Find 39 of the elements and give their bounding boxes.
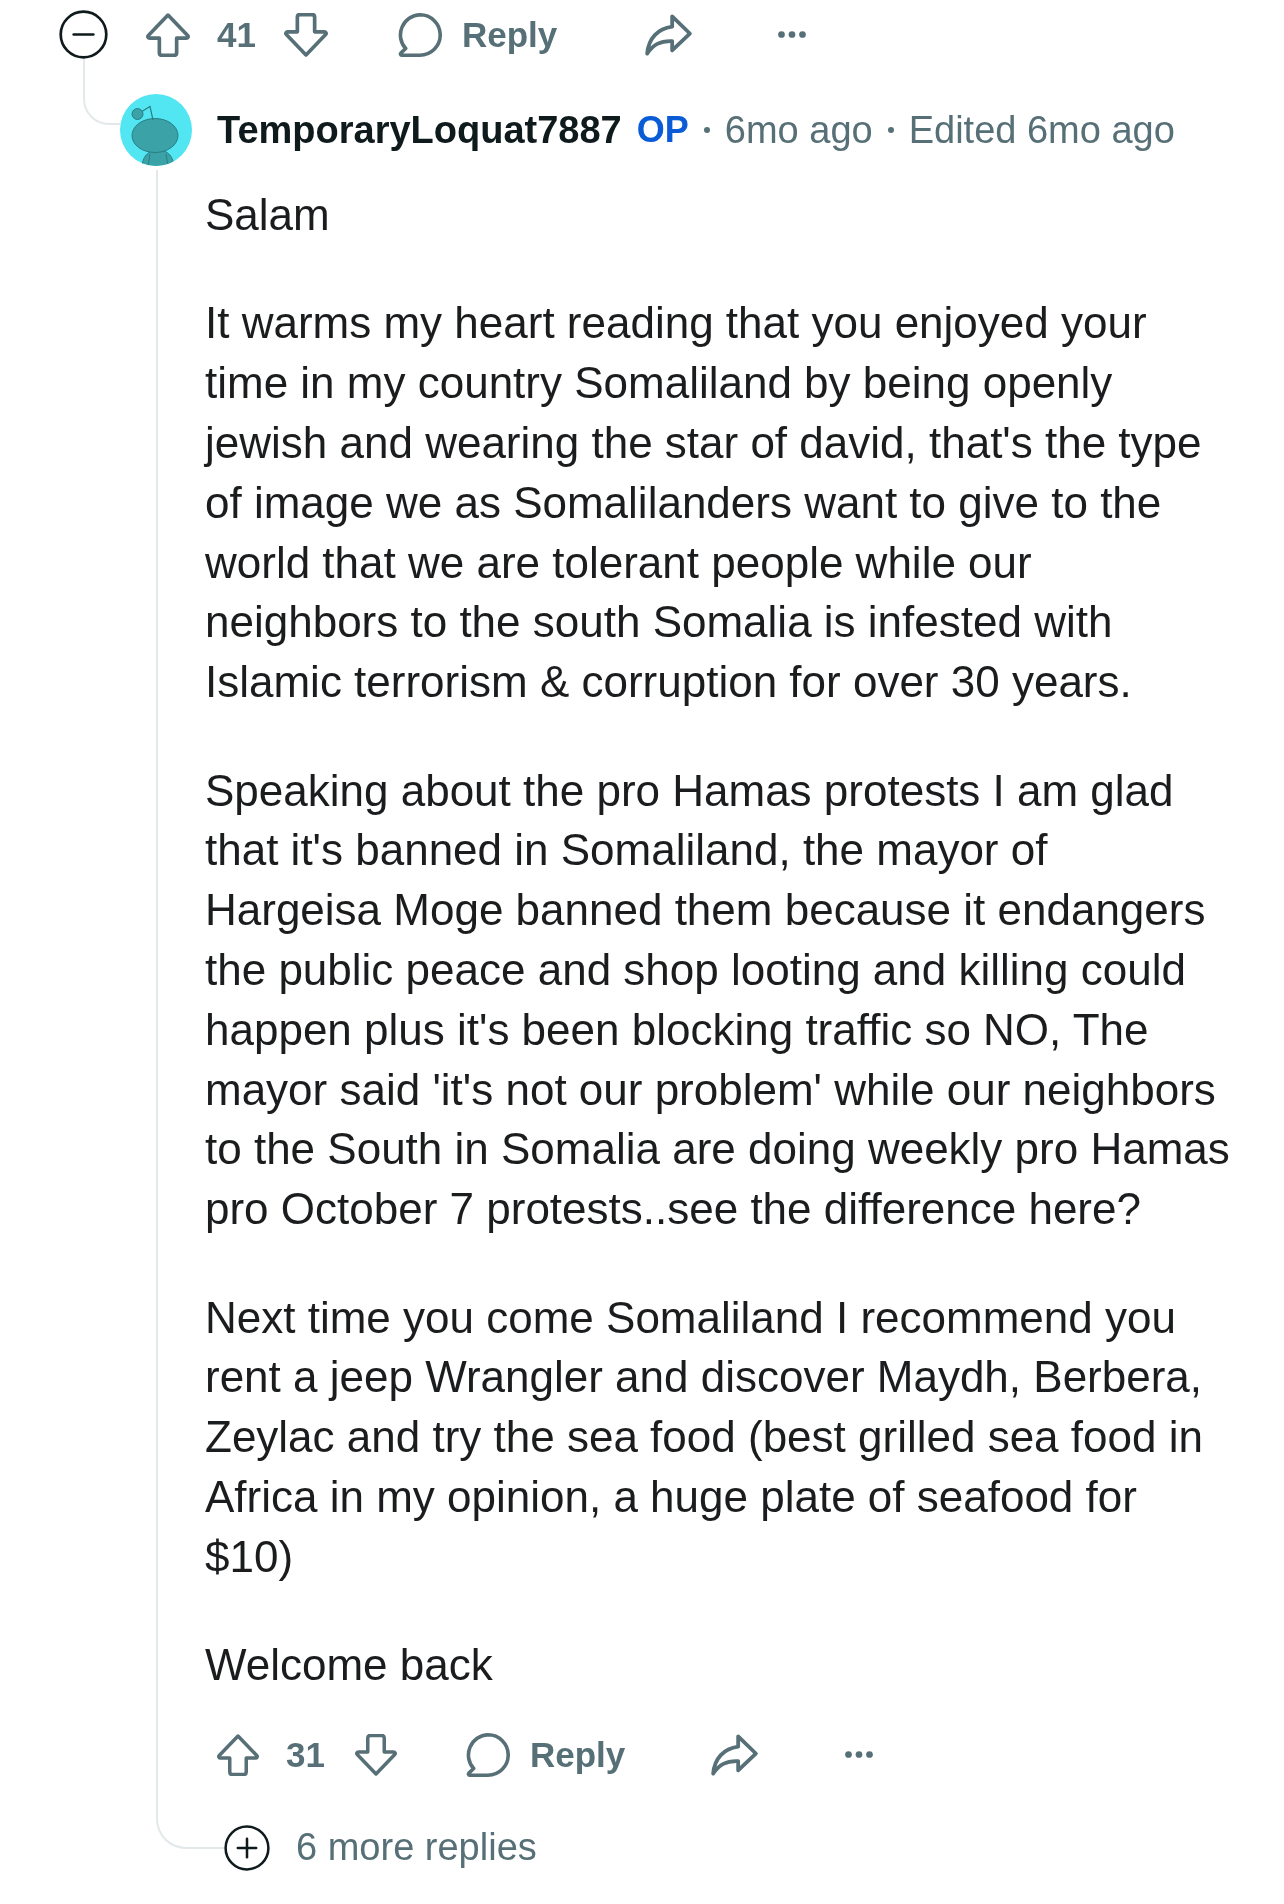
more-dots-icon [845,1751,874,1759]
comment-paragraph: Welcome back [205,1639,494,1692]
comment-paragraph: Next time you come Somaliland I recommend you rent a jeep Wrangler and discover Maydh, Berbera, Zeylac and try the sea food (best grilled sea food in Africa in my opinion, a huge plate of seafood for $10) [205,1291,1204,1583]
minus-circle-icon [59,10,108,59]
timestamp: 6mo ago [724,108,873,152]
upvote-icon [217,1733,259,1776]
upvote-button[interactable] [217,1733,259,1776]
plus-circle-icon [224,1824,270,1871]
more-options-button[interactable] [845,1751,874,1759]
separator-dot-icon [703,127,710,133]
reply-button[interactable]: Reply [465,1732,626,1777]
upvote-button[interactable] [146,12,190,57]
author-name[interactable]: TemporaryLoquat7887 [217,108,622,152]
share-button[interactable] [711,1733,759,1776]
upvote-icon [146,12,190,57]
more-options-button[interactable] [778,31,807,38]
downvote-button[interactable] [354,1733,397,1776]
downvote-button[interactable] [283,12,328,57]
comment-paragraph: It warms my heart reading that you enjoyed your time in my country Somaliland by being openly jewish and wearing the star of david, that's the type of image we as Somalilanders want to give to the world that we are tolerant people while our neighbors to the south Somalia is infested with Islamic terrorism & corruption for over 30 years. [205,297,1203,709]
avatar-icon [120,94,192,166]
timestamp: Edited 6mo ago [908,108,1175,152]
collapse-button[interactable] [59,10,108,59]
share-arrow-icon [645,13,693,56]
share-button[interactable] [645,13,693,56]
downvote-icon [354,1733,397,1776]
comment-bubble-icon [397,12,442,57]
comment-paragraph: Salam [205,189,331,241]
op-label: OP [636,109,689,151]
comment-bubble-icon [465,1732,510,1777]
vote-count: 41 [217,14,256,55]
reply-button[interactable]: Reply [397,12,558,57]
more-replies-button[interactable]: 6 more replies [224,1824,537,1871]
separator-dot-icon [887,127,894,133]
thread-line [83,59,120,125]
more-dots-icon [778,31,807,38]
downvote-icon [283,12,328,57]
vote-count: 31 [286,1734,325,1775]
share-arrow-icon [711,1733,759,1776]
comment-paragraph: Speaking about the pro Hamas protests I am glad that it's banned in Somaliland, the mayor of Hargeisa Moge banned them because it endangers the public peace and shop looting and killing could happen plus it's been blocking traffic so NO, The mayor said 'it's not our problem' while our neighbors to the South in Somalia are doing weekly pro Hamas pro October 7 protests..see the difference here? [205,764,1230,1236]
